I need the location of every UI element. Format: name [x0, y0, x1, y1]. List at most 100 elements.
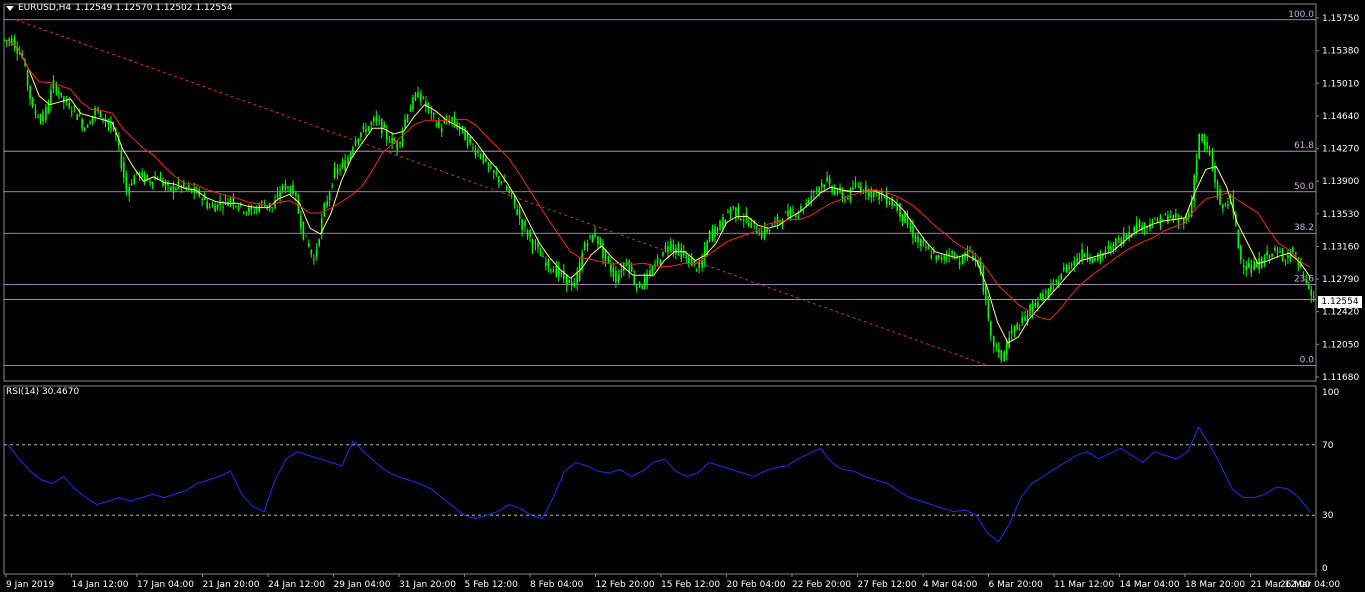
- candle-body: [52, 80, 55, 89]
- candle-body: [899, 203, 901, 217]
- candle-body: [305, 235, 308, 237]
- candle-body: [1216, 182, 1219, 198]
- candle-body: [73, 106, 76, 108]
- candle-body: [925, 246, 927, 248]
- candle-body: [1211, 153, 1214, 168]
- candle-body: [714, 226, 716, 237]
- candle-body: [656, 257, 659, 263]
- candle-body: [1312, 296, 1315, 298]
- rsi-axis-label: 100: [1322, 388, 1339, 398]
- candle-body: [302, 221, 305, 240]
- candle-body: [289, 189, 292, 194]
- candle-body: [920, 238, 922, 247]
- candle-body: [670, 241, 672, 251]
- candle-body: [722, 217, 724, 229]
- candle-body: [378, 119, 381, 121]
- candle-body: [1068, 266, 1070, 269]
- candle-body: [227, 201, 229, 207]
- time-axis-label: 6 Mar 20:00: [989, 580, 1044, 590]
- candle-body: [1039, 293, 1042, 297]
- rsi-axis-label: 30: [1322, 511, 1334, 521]
- candle-body: [573, 283, 576, 287]
- candle-body: [208, 207, 211, 209]
- triangle-down-icon[interactable]: [6, 5, 14, 11]
- candle-body: [987, 300, 990, 319]
- fib-level-label: 23.6: [1294, 274, 1314, 284]
- candle-body: [711, 230, 714, 239]
- price-chart[interactable]: 100.0 61.8 50.0 38.2 23.6 0.0 1.15750 1.15380 1.…: [0, 0, 1365, 592]
- candle-body: [164, 180, 167, 187]
- candle-body: [1024, 316, 1026, 321]
- candle-body: [412, 97, 414, 110]
- candle-body: [576, 273, 578, 284]
- candle-body: [521, 219, 523, 230]
- candle-body: [50, 90, 52, 105]
- candle-body: [1094, 258, 1096, 261]
- candle-body: [68, 103, 71, 108]
- candle-body: [672, 244, 675, 251]
- chart-window[interactable]: 100.0 61.8 50.0 38.2 23.6 0.0 1.15750 1.15380 1.…: [0, 0, 1365, 592]
- candle-body: [529, 230, 531, 238]
- candle-body: [110, 122, 112, 129]
- candle-body: [295, 192, 297, 197]
- candle-body: [1208, 152, 1211, 155]
- candle-body: [417, 92, 419, 98]
- candle-body: [1247, 263, 1250, 268]
- candle-body: [479, 155, 482, 158]
- candle-body: [612, 268, 615, 277]
- candle-body: [308, 243, 310, 247]
- candle-body: [1201, 134, 1203, 142]
- candle-body: [258, 205, 261, 212]
- candle-body: [347, 157, 349, 164]
- candle-body: [1045, 291, 1047, 294]
- candle-body: [420, 93, 422, 102]
- candle-body: [883, 197, 885, 199]
- price-axis-label: 1.12790: [1322, 275, 1359, 285]
- candle-body: [276, 193, 279, 198]
- candle-body: [94, 108, 96, 116]
- candle-body: [893, 205, 896, 207]
- candle-body: [175, 188, 177, 191]
- candle-body: [440, 128, 443, 133]
- candle-body: [70, 111, 73, 113]
- candle-body: [1078, 258, 1081, 260]
- candle-body: [586, 243, 589, 246]
- candle-body: [474, 150, 477, 156]
- time-axis-label: 12 Feb 20:00: [596, 580, 655, 590]
- candle-body: [901, 214, 904, 221]
- time-axis-label: 24 Jan 12:00: [268, 580, 325, 590]
- price-axis-label: 1.14640: [1322, 112, 1359, 122]
- candle-body: [932, 252, 935, 254]
- candle-body: [1076, 258, 1078, 263]
- candle-body: [510, 192, 513, 195]
- candle-body: [677, 244, 680, 251]
- price-axis-label: 1.15010: [1322, 79, 1359, 89]
- candle-body: [719, 220, 721, 230]
- candle-body: [940, 257, 943, 261]
- candle-body: [1287, 255, 1289, 259]
- candle-body: [1274, 247, 1276, 251]
- candle-body: [641, 285, 643, 289]
- candle-body: [1016, 323, 1018, 329]
- candle-body: [120, 150, 123, 169]
- candle-body: [888, 202, 891, 205]
- candle-body: [323, 203, 326, 216]
- candle-body: [3, 39, 6, 41]
- candle-body: [1055, 280, 1058, 283]
- rsi-header: RSI(14) 30.4670: [6, 387, 79, 397]
- candle-body: [472, 146, 474, 149]
- candle-body: [1086, 252, 1089, 258]
- candle-body: [1112, 244, 1115, 251]
- candle-body: [951, 250, 953, 255]
- candle-body: [807, 200, 810, 203]
- candle-body: [1284, 259, 1287, 261]
- candle-body: [318, 239, 321, 246]
- candle-body: [589, 235, 591, 237]
- candle-body: [383, 123, 386, 128]
- candle-body: [1167, 215, 1169, 223]
- candle-body: [47, 104, 50, 114]
- symbol-label: EURUSD,H4: [18, 3, 72, 13]
- candle-body: [248, 207, 250, 212]
- candle-body: [224, 198, 227, 200]
- candle-body: [464, 127, 466, 141]
